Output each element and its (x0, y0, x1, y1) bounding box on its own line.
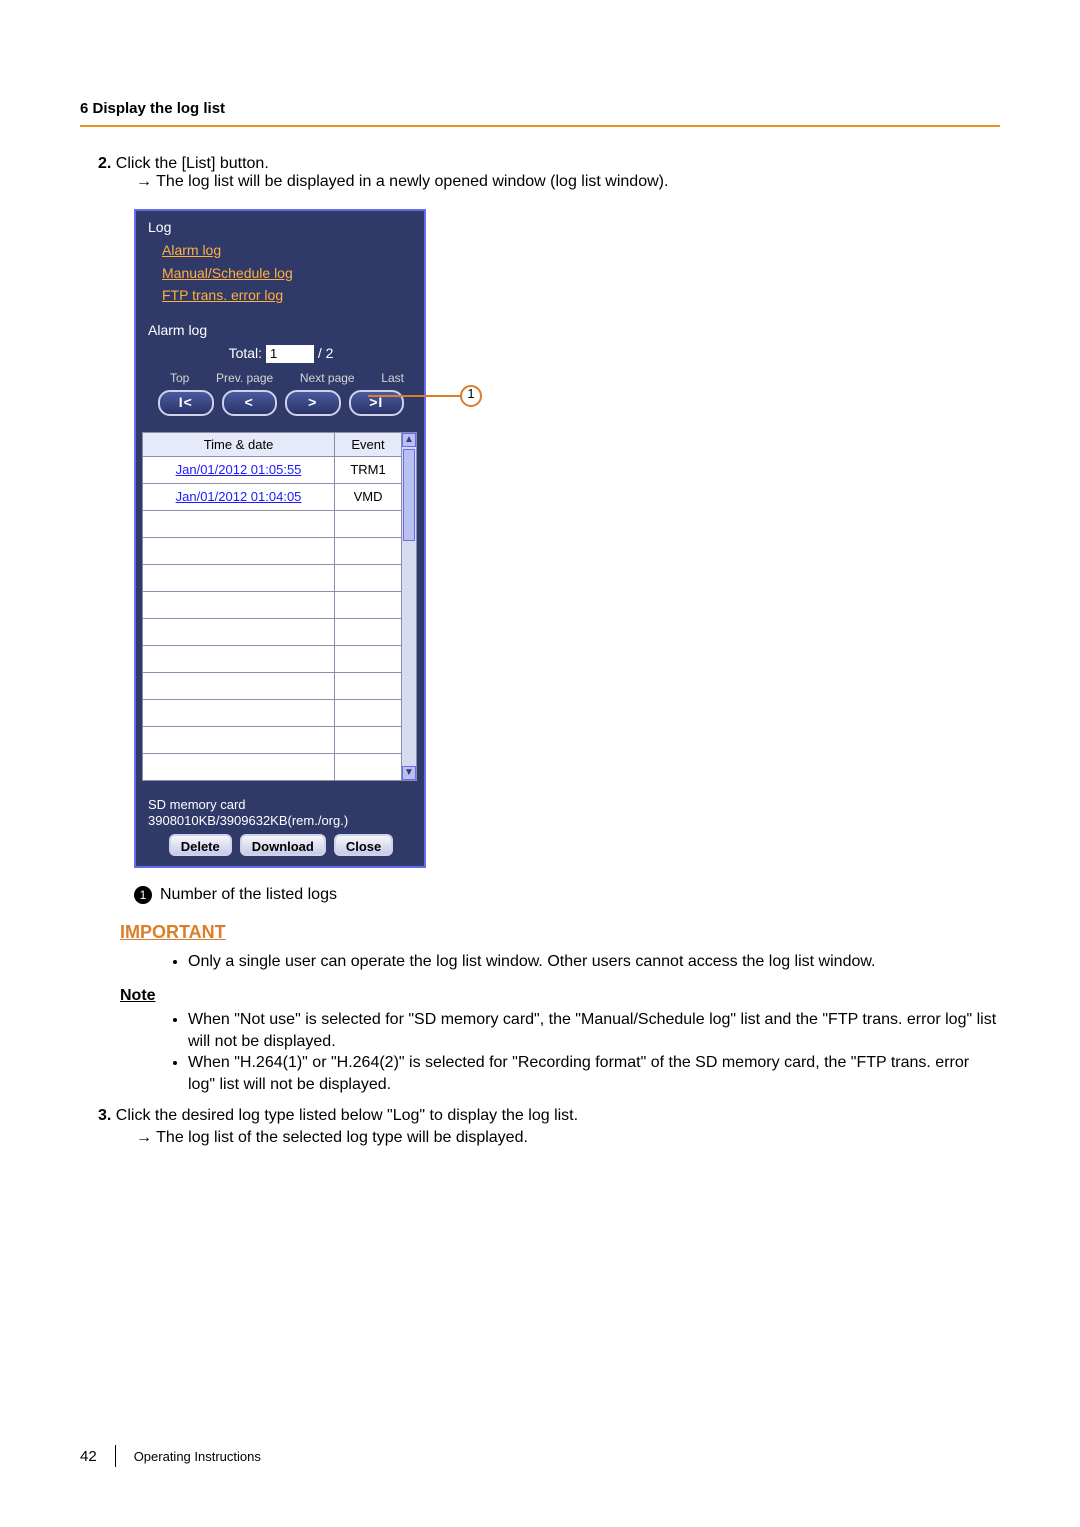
col-time-date: Time & date (143, 432, 335, 457)
step-2: 2. Click the [List] button. → The log li… (98, 155, 1000, 191)
col-event: Event (335, 432, 402, 457)
scroll-up-icon[interactable]: ▲ (402, 433, 416, 447)
empty-cell (335, 673, 402, 700)
empty-cell (335, 700, 402, 727)
footer-separator (115, 1445, 116, 1467)
nav-prev-button[interactable]: < (222, 390, 278, 416)
empty-cell (335, 592, 402, 619)
log-datetime-cell: Jan/01/2012 01:05:55 (143, 457, 335, 484)
first-icon: I< (179, 394, 193, 411)
table-row (143, 727, 402, 754)
note-bullet-1: When "Not use" is selected for "SD memor… (188, 1009, 1000, 1052)
empty-cell (143, 646, 335, 673)
empty-cell (143, 565, 335, 592)
empty-cell (143, 511, 335, 538)
log-table: Time & date Event Jan/01/2012 01:05:55 TR… (142, 432, 402, 782)
note-heading: Note (120, 987, 1000, 1005)
table-row (143, 592, 402, 619)
table-row (143, 754, 402, 781)
step-3-result: → The log list of the selected log type … (136, 1127, 1000, 1149)
scrollbar[interactable]: ▲ ▼ (402, 432, 417, 782)
nav-top-button[interactable]: I< (158, 390, 214, 416)
callout-number-icon: 1 (460, 385, 482, 407)
prev-icon: < (245, 394, 254, 411)
sd-card-label: SD memory card (148, 797, 414, 813)
empty-cell (335, 619, 402, 646)
empty-cell (143, 538, 335, 565)
scroll-down-icon[interactable]: ▼ (402, 766, 416, 780)
legend-number-icon: 1 (134, 886, 152, 904)
empty-cell (335, 511, 402, 538)
nav-next-button[interactable]: > (285, 390, 341, 416)
callout-leader (368, 395, 460, 397)
log-heading: Log (148, 219, 414, 236)
table-row (143, 646, 402, 673)
sd-card-info: 3908010KB/3909632KB(rem./org.) (148, 813, 414, 829)
empty-cell (143, 592, 335, 619)
log-datetime-link[interactable]: Jan/01/2012 01:04:05 (176, 489, 302, 504)
table-row (143, 673, 402, 700)
step-3-text: Click the desired log type listed below … (116, 1107, 578, 1124)
important-heading: IMPORTANT (120, 922, 1000, 943)
step-2-text: Click the [List] button. (116, 155, 269, 172)
callout-1: 1 (368, 385, 482, 407)
empty-cell (143, 673, 335, 700)
empty-cell (335, 754, 402, 781)
important-bullet-1: Only a single user can operate the log l… (188, 951, 1000, 973)
step-2-result: → The log list will be displayed in a ne… (136, 173, 1000, 191)
total-value-input[interactable]: 1 (266, 345, 314, 363)
log-event-cell: TRM1 (335, 457, 402, 484)
table-row (143, 619, 402, 646)
section-rule (80, 125, 1000, 127)
legend-text: Number of the listed logs (160, 886, 337, 903)
total-label: Total: (229, 345, 262, 361)
page-number: 42 (80, 1448, 97, 1465)
link-ftp-error-log[interactable]: FTP trans. error log (162, 287, 414, 304)
log-datetime-link[interactable]: Jan/01/2012 01:05:55 (176, 462, 302, 477)
section-title: 6 Display the log list (80, 100, 1000, 117)
page-footer: 42 Operating Instructions (80, 1445, 261, 1467)
scroll-thumb[interactable] (403, 449, 415, 541)
table-row (143, 565, 402, 592)
link-alarm-log[interactable]: Alarm log (162, 242, 414, 259)
nav-label-last: Last (381, 371, 404, 385)
step-3-number: 3. (98, 1105, 111, 1127)
nav-label-top: Top (170, 371, 189, 385)
callout-legend: 1 Number of the listed logs (134, 886, 1000, 904)
close-button[interactable]: Close (334, 834, 393, 856)
delete-button[interactable]: Delete (169, 834, 232, 856)
table-row (143, 511, 402, 538)
table-row: Jan/01/2012 01:05:55 TRM1 (143, 457, 402, 484)
empty-cell (143, 700, 335, 727)
log-datetime-cell: Jan/01/2012 01:04:05 (143, 484, 335, 511)
empty-cell (143, 727, 335, 754)
step-2-number: 2. (98, 155, 111, 173)
doc-title: Operating Instructions (134, 1449, 261, 1464)
table-row (143, 700, 402, 727)
table-row: Jan/01/2012 01:04:05 VMD (143, 484, 402, 511)
empty-cell (335, 538, 402, 565)
nav-label-next: Next page (300, 371, 355, 385)
log-list-window: Log Alarm log Manual/Schedule log FTP tr… (134, 209, 426, 868)
next-icon: > (308, 394, 317, 411)
table-row (143, 538, 402, 565)
empty-cell (143, 619, 335, 646)
log-event-cell: VMD (335, 484, 402, 511)
log-subheading: Alarm log (148, 322, 414, 339)
download-button[interactable]: Download (240, 834, 326, 856)
nav-label-prev: Prev. page (216, 371, 273, 385)
link-manual-schedule-log[interactable]: Manual/Schedule log (162, 265, 414, 282)
total-suffix: / 2 (318, 345, 334, 361)
empty-cell (335, 565, 402, 592)
empty-cell (335, 646, 402, 673)
empty-cell (143, 754, 335, 781)
empty-cell (335, 727, 402, 754)
note-bullet-2: When "H.264(1)" or "H.264(2)" is selecte… (188, 1052, 1000, 1095)
